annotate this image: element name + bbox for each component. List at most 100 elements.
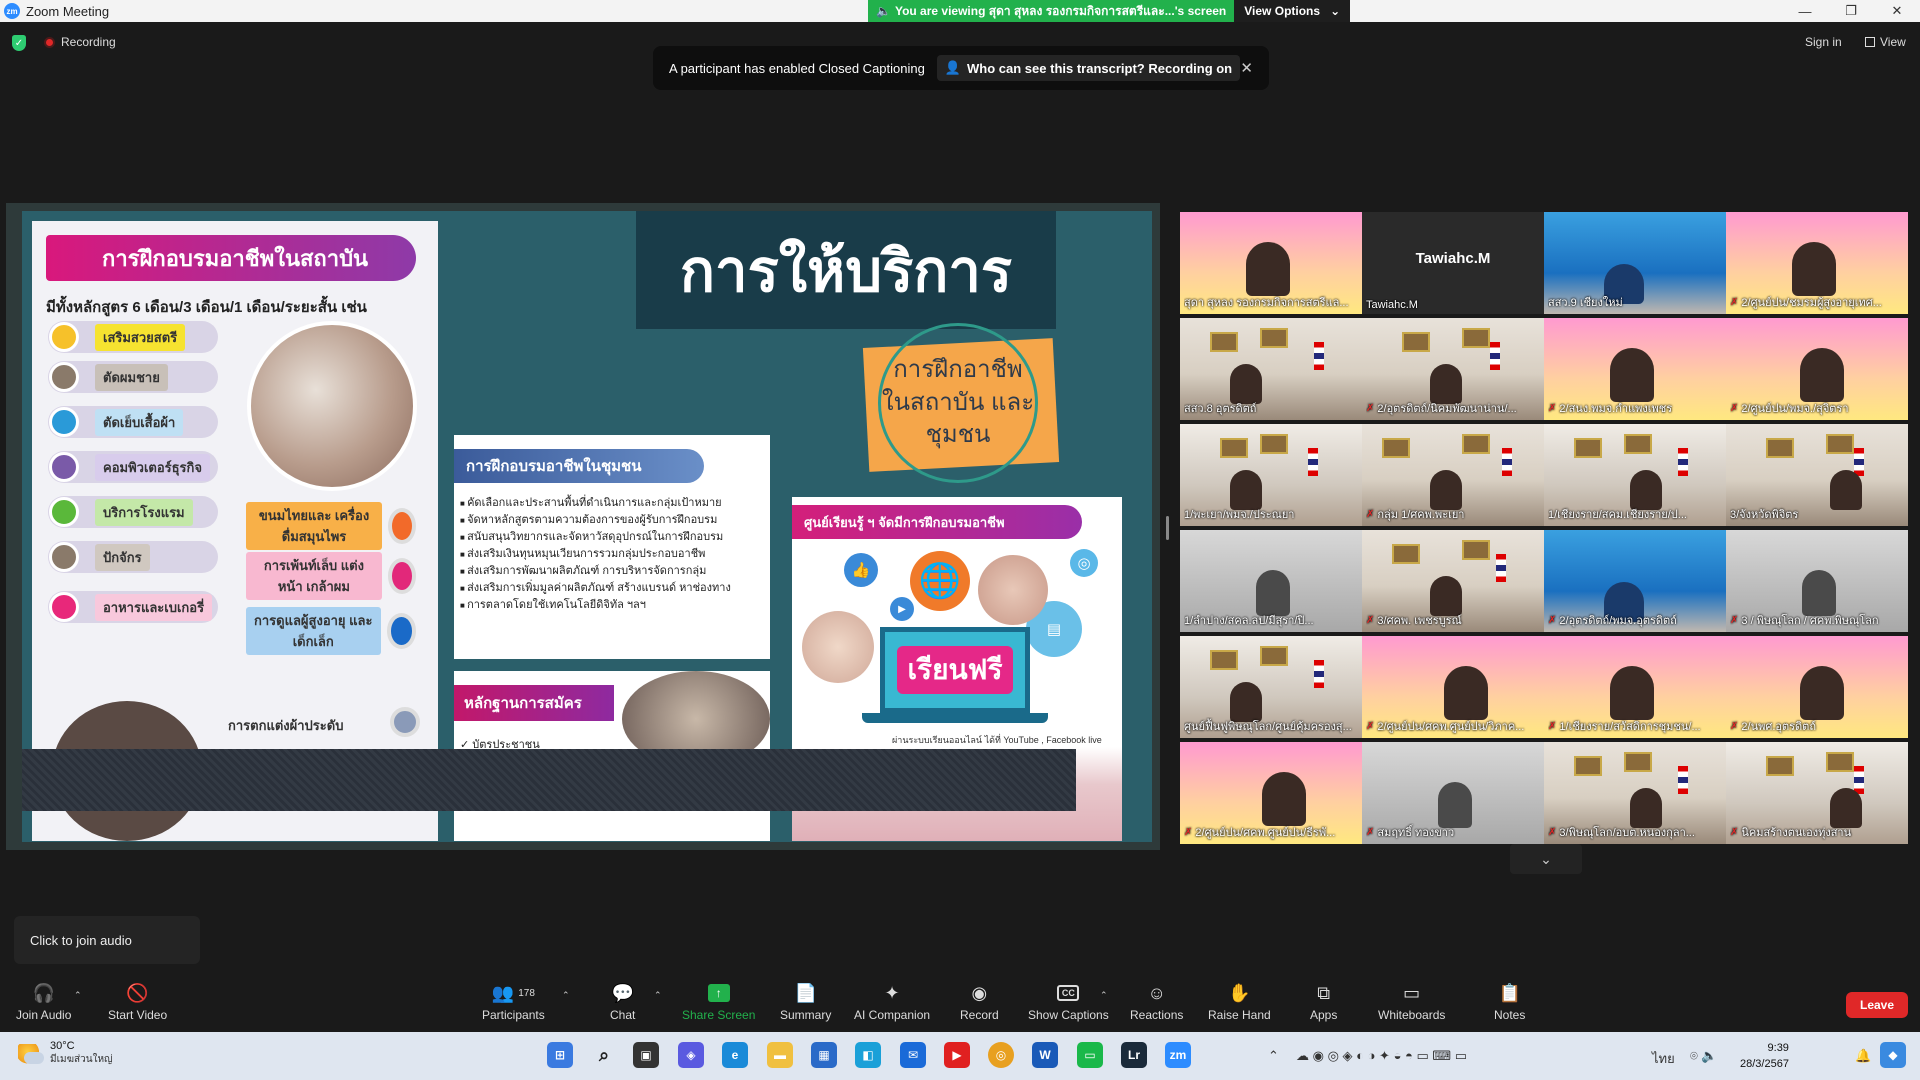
mic-muted-icon: ✗ bbox=[1366, 720, 1375, 732]
language-indicator[interactable]: ไทย bbox=[1652, 1048, 1675, 1069]
security-shield-icon[interactable]: ✓ bbox=[12, 35, 26, 51]
chrome-icon[interactable]: ◎ bbox=[988, 1042, 1014, 1068]
store-icon[interactable]: ▦ bbox=[811, 1042, 837, 1068]
copilot-icon[interactable]: ◆ bbox=[1880, 1042, 1906, 1068]
participant-tile[interactable]: ประชุมสมัชชาสวัสดิการสังคมจังหวัด✗2/ศูนย… bbox=[1726, 318, 1908, 420]
flag bbox=[1308, 448, 1318, 476]
close-button[interactable]: ✕ bbox=[1874, 0, 1920, 22]
task-view-icon[interactable]: ▣ bbox=[633, 1042, 659, 1068]
whiteboards-label: Whiteboards bbox=[1378, 1008, 1446, 1022]
participant-tile[interactable]: สสว.9 เชียงใหม่ bbox=[1544, 212, 1726, 314]
participant-tile[interactable]: ประชุมสมัชชาสวัสดิการสังคมจังหวัด✗2/ศูนย… bbox=[1726, 212, 1908, 314]
participant-tile[interactable]: ประชุมสมัชชาสวัสดิการสังคมจังหวัดสุดา สุ… bbox=[1180, 212, 1362, 314]
participant-tile[interactable]: ประชุมสมัชชาสวัสดิการสังคมจังหวัด✗1/เชีย… bbox=[1544, 636, 1726, 738]
record-button[interactable]: ◉ Record bbox=[960, 982, 999, 1023]
file-explorer-icon[interactable]: ▬ bbox=[767, 1042, 793, 1068]
sign-in-link[interactable]: Sign in bbox=[1805, 35, 1842, 49]
tray-chevron-icon[interactable]: ⌃ bbox=[1268, 1048, 1279, 1064]
participant-tile[interactable]: 3/จังหวัดพิจิตร bbox=[1726, 424, 1908, 526]
chat-button[interactable]: 💬 Chat bbox=[610, 982, 635, 1023]
participant-name-text: Tawiahc.M bbox=[1366, 299, 1418, 311]
ai-companion-button[interactable]: ✦ AI Companion bbox=[854, 982, 930, 1023]
participants-caret[interactable]: ⌃ bbox=[562, 990, 570, 1001]
participant-tile[interactable]: 1/พะเยา/พมจ./ประณยา bbox=[1180, 424, 1362, 526]
participant-tile[interactable]: ✗ สมฤทธิ์ ทองขาว bbox=[1362, 742, 1544, 844]
mic-muted-icon: ✗ bbox=[1730, 826, 1739, 838]
apps-button[interactable]: ⧉ Apps bbox=[1310, 982, 1337, 1023]
expand-gallery-button[interactable]: ⌄ bbox=[1510, 844, 1582, 874]
participant-tile[interactable]: ประชุมสมัชชาสวัสดิการสังคมจังหวัด✗2/ศูนย… bbox=[1362, 636, 1544, 738]
participant-tile[interactable]: ✗ 3/พิษณุโลก/อบต.หนองกุลา... bbox=[1544, 742, 1726, 844]
leave-button[interactable]: Leave bbox=[1846, 992, 1908, 1018]
weather-widget[interactable]: 30°C มีเมฆส่วนใหญ่ bbox=[18, 1040, 113, 1067]
start-video-label: Start Video bbox=[108, 1008, 168, 1022]
word-icon[interactable]: W bbox=[1032, 1042, 1058, 1068]
mic-muted-icon: ✗ bbox=[1366, 508, 1375, 520]
line-icon[interactable]: ▭ bbox=[1077, 1042, 1103, 1068]
wall-portrait bbox=[1260, 434, 1288, 454]
search-icon[interactable]: ⌕ bbox=[591, 1042, 617, 1068]
participant-tile[interactable]: Tawiahc.M Tawiahc.M bbox=[1362, 212, 1544, 314]
course-label: ตัดเย็บเสื้อผ้า bbox=[95, 408, 184, 436]
notes-button[interactable]: 📋 Notes bbox=[1494, 982, 1525, 1023]
network-icon[interactable]: ⌾ 🔈 bbox=[1690, 1048, 1718, 1064]
close-icon[interactable]: ✕ bbox=[1240, 59, 1253, 77]
audio-options-caret[interactable]: ⌃ bbox=[74, 990, 82, 1001]
course-label: การดูแลผู้สูงอายุ และเด็กเล็ก bbox=[246, 607, 381, 655]
participant-tile[interactable]: สสว.8 อุตรดิตถ์ bbox=[1180, 318, 1362, 420]
captions-caret[interactable]: ⌃ bbox=[1100, 990, 1108, 1001]
summary-button[interactable]: 📄 Summary bbox=[780, 982, 831, 1023]
raise-hand-button[interactable]: ✋ Raise Hand bbox=[1208, 982, 1271, 1023]
participant-name-text: 1/เชียงราย/สวัสดิการชุมชน/... bbox=[1559, 721, 1701, 733]
course-bullet bbox=[49, 542, 79, 572]
transcript-info-link[interactable]: 👤 Who can see this transcript? Recording… bbox=[936, 55, 1241, 81]
maximize-button[interactable]: ❐ bbox=[1828, 0, 1874, 22]
join-audio-button[interactable]: 🎧 Join Audio bbox=[16, 982, 71, 1023]
whiteboards-button[interactable]: ▭ Whiteboards bbox=[1378, 982, 1446, 1023]
share-screen-button[interactable]: ↑ Share Screen bbox=[682, 982, 755, 1022]
participant-name: ✗ 2/อุตรดิตถ์/นิคมพัฒนาน่าน/... bbox=[1366, 399, 1540, 417]
participant-tile[interactable]: 1/เชียงราย/สคม.เชียงราย/ป... bbox=[1544, 424, 1726, 526]
start-video-button[interactable]: 🚫 Start Video bbox=[108, 982, 168, 1023]
app-icon[interactable]: ◧ bbox=[855, 1042, 881, 1068]
zoom-taskbar-icon[interactable]: zm bbox=[1165, 1042, 1191, 1068]
edge-icon[interactable]: e bbox=[722, 1042, 748, 1068]
participant-tile[interactable]: ✗ 2/อุตรดิตถ์/นิคมพัฒนาน่าน/... bbox=[1362, 318, 1544, 420]
minimize-button[interactable]: — bbox=[1782, 0, 1828, 22]
reactions-label: Reactions bbox=[1130, 1008, 1184, 1022]
participant-tile[interactable]: ✗ 3/ศคพ. เพชรบูรณ์ bbox=[1362, 530, 1544, 632]
reactions-button[interactable]: ☺ Reactions bbox=[1130, 982, 1184, 1023]
start-icon[interactable]: ⊞ bbox=[547, 1042, 573, 1068]
mail-icon[interactable]: ✉ bbox=[900, 1042, 926, 1068]
view-options-button[interactable]: View Options ⌄ bbox=[1234, 0, 1351, 22]
youtube-icon[interactable]: ▶ bbox=[944, 1042, 970, 1068]
participant-name: ✗ 2/ศูนย์ปน/ศคพ.ศูนย์ปน/ธีรพั... bbox=[1184, 823, 1358, 841]
recording-label: Recording bbox=[61, 35, 116, 49]
recording-indicator[interactable]: Recording bbox=[44, 35, 116, 49]
splitter-handle[interactable] bbox=[1166, 516, 1169, 540]
course-item: ตัดผมชาย bbox=[48, 361, 218, 393]
participant-tile[interactable]: ประชุมสมัชชาสวัสดิการสังคมจังหวัด✗2/ศูนย… bbox=[1180, 742, 1362, 844]
show-captions-button[interactable]: CC Show Captions bbox=[1028, 982, 1109, 1022]
participant-tile[interactable]: ศูนย์ฟื้นฟูพิษณุโลก/ศูนย์คุ้มครองสุ... bbox=[1180, 636, 1362, 738]
chat-caret[interactable]: ⌃ bbox=[654, 990, 662, 1001]
system-clock[interactable]: 9:39 28/3/2567 bbox=[1740, 1040, 1789, 1072]
participant-tile[interactable]: ✗ 2/อุตรดิตถ์/พมจ.อุตรดิตถ์ bbox=[1544, 530, 1726, 632]
participant-tile[interactable]: ✗ กลุ่ม 1/ศคพ.พะเยา bbox=[1362, 424, 1544, 526]
tray-icons[interactable]: ☁ ◉ ◎ ◈ ◐ ◑ ✦ ◒ ◓ ▭ ⌨ ▭ bbox=[1296, 1048, 1467, 1064]
notification-icon[interactable]: 🔔 bbox=[1855, 1048, 1871, 1064]
view-button[interactable]: View bbox=[1865, 35, 1906, 49]
record-label: Record bbox=[960, 1008, 999, 1022]
teams-icon[interactable]: ◈ bbox=[678, 1042, 704, 1068]
participants-button[interactable]: 👥 178 Participants bbox=[482, 982, 545, 1023]
participant-tile[interactable]: ประชุมสมัชชาสวัสดิการสังคมจังหวัด✗2/สนง.… bbox=[1544, 318, 1726, 420]
join-audio-tooltip[interactable]: Click to join audio bbox=[14, 916, 200, 964]
participant-tile[interactable]: ✗ นิคมสร้างตนเองทุ่งสาน bbox=[1726, 742, 1908, 844]
participant-tile[interactable]: 1/ลำปาง/สคล.ลป/มีสุรา/ปิ... bbox=[1180, 530, 1362, 632]
lightroom-icon[interactable]: Lr bbox=[1121, 1042, 1147, 1068]
participant-tile[interactable]: ✗ 3 / พิษณุโลก / ศคพ.พิษณุโลก bbox=[1726, 530, 1908, 632]
list-item: ส่งเสริมการพัฒนาผลิตภัณฑ์ การบริหารจัดกา… bbox=[460, 563, 731, 580]
shared-screen: การฝึกอบรมอาชีพในสถาบัน มีทั้งหลักสูตร 6… bbox=[6, 203, 1160, 850]
course-label: ตัดผมชาย bbox=[95, 363, 168, 391]
participant-tile[interactable]: ประชุมสมัชชาสวัสดิการสังคมจังหวัด✗2/นพศ.… bbox=[1726, 636, 1908, 738]
